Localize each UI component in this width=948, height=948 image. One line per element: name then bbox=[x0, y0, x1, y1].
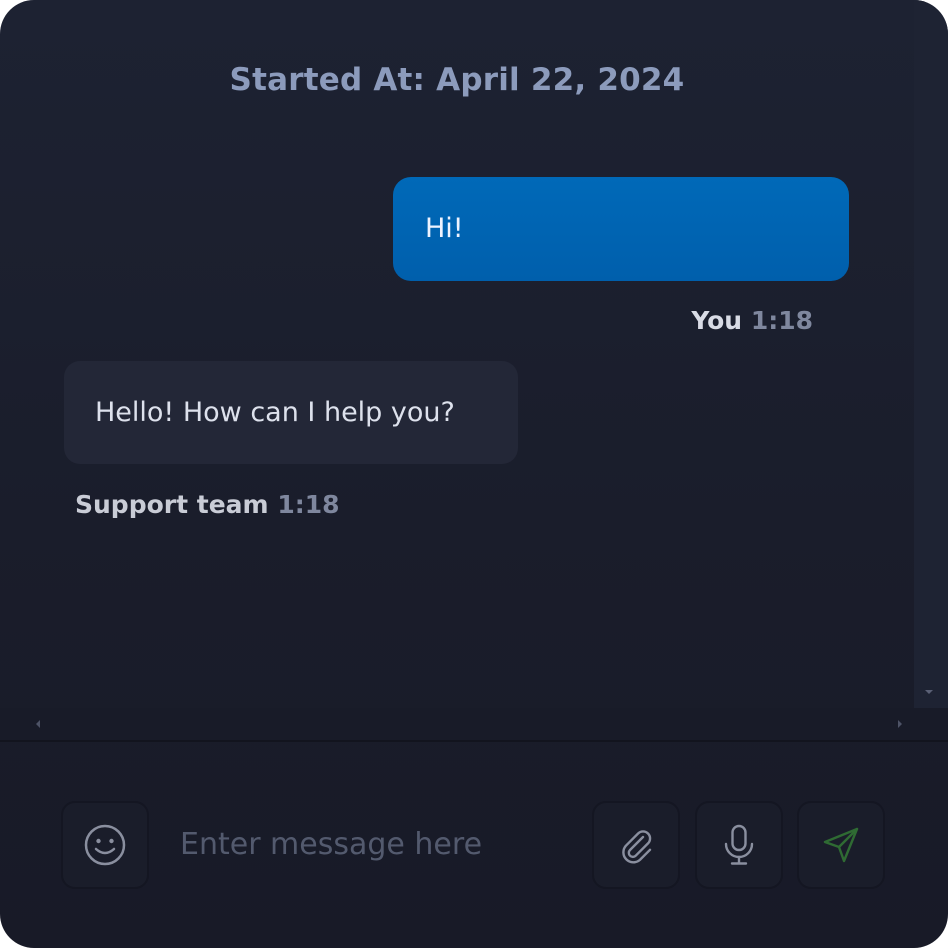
conversation-start-label: Started At: April 22, 2024 bbox=[229, 62, 685, 98]
message-input[interactable] bbox=[170, 814, 590, 874]
outgoing-sender-name: You bbox=[691, 306, 743, 335]
scroll-down-arrow-icon[interactable] bbox=[925, 690, 933, 694]
incoming-message-meta: Support team 1:18 bbox=[75, 490, 340, 519]
send-icon bbox=[823, 827, 859, 863]
outgoing-message-text: Hi! bbox=[425, 213, 464, 244]
chat-widget: Started At: April 22, 2024 Hi! You 1:18 … bbox=[0, 0, 948, 948]
paperclip-icon bbox=[622, 830, 652, 864]
outgoing-message-time: 1:18 bbox=[750, 306, 813, 335]
horizontal-scrollbar[interactable] bbox=[0, 708, 948, 740]
send-button[interactable] bbox=[797, 801, 885, 889]
incoming-message-time: 1:18 bbox=[277, 490, 340, 519]
incoming-message-bubble: Hello! How can I help you? bbox=[64, 361, 518, 464]
attach-button[interactable] bbox=[592, 801, 680, 889]
microphone-button[interactable] bbox=[695, 801, 783, 889]
microphone-icon bbox=[724, 824, 754, 865]
incoming-sender-name: Support team bbox=[75, 490, 269, 519]
vertical-scrollbar[interactable] bbox=[914, 0, 948, 708]
emoji-button[interactable] bbox=[61, 801, 149, 889]
message-list[interactable]: Started At: April 22, 2024 Hi! You 1:18 … bbox=[0, 0, 914, 708]
smiley-icon bbox=[84, 824, 126, 866]
outgoing-message-bubble: Hi! bbox=[393, 177, 849, 281]
outgoing-message-meta: You 1:18 bbox=[691, 306, 813, 335]
incoming-message-text: Hello! How can I help you? bbox=[95, 397, 455, 428]
scroll-right-arrow-icon[interactable] bbox=[898, 720, 902, 728]
scroll-left-arrow-icon[interactable] bbox=[36, 720, 40, 728]
message-composer bbox=[0, 742, 948, 948]
